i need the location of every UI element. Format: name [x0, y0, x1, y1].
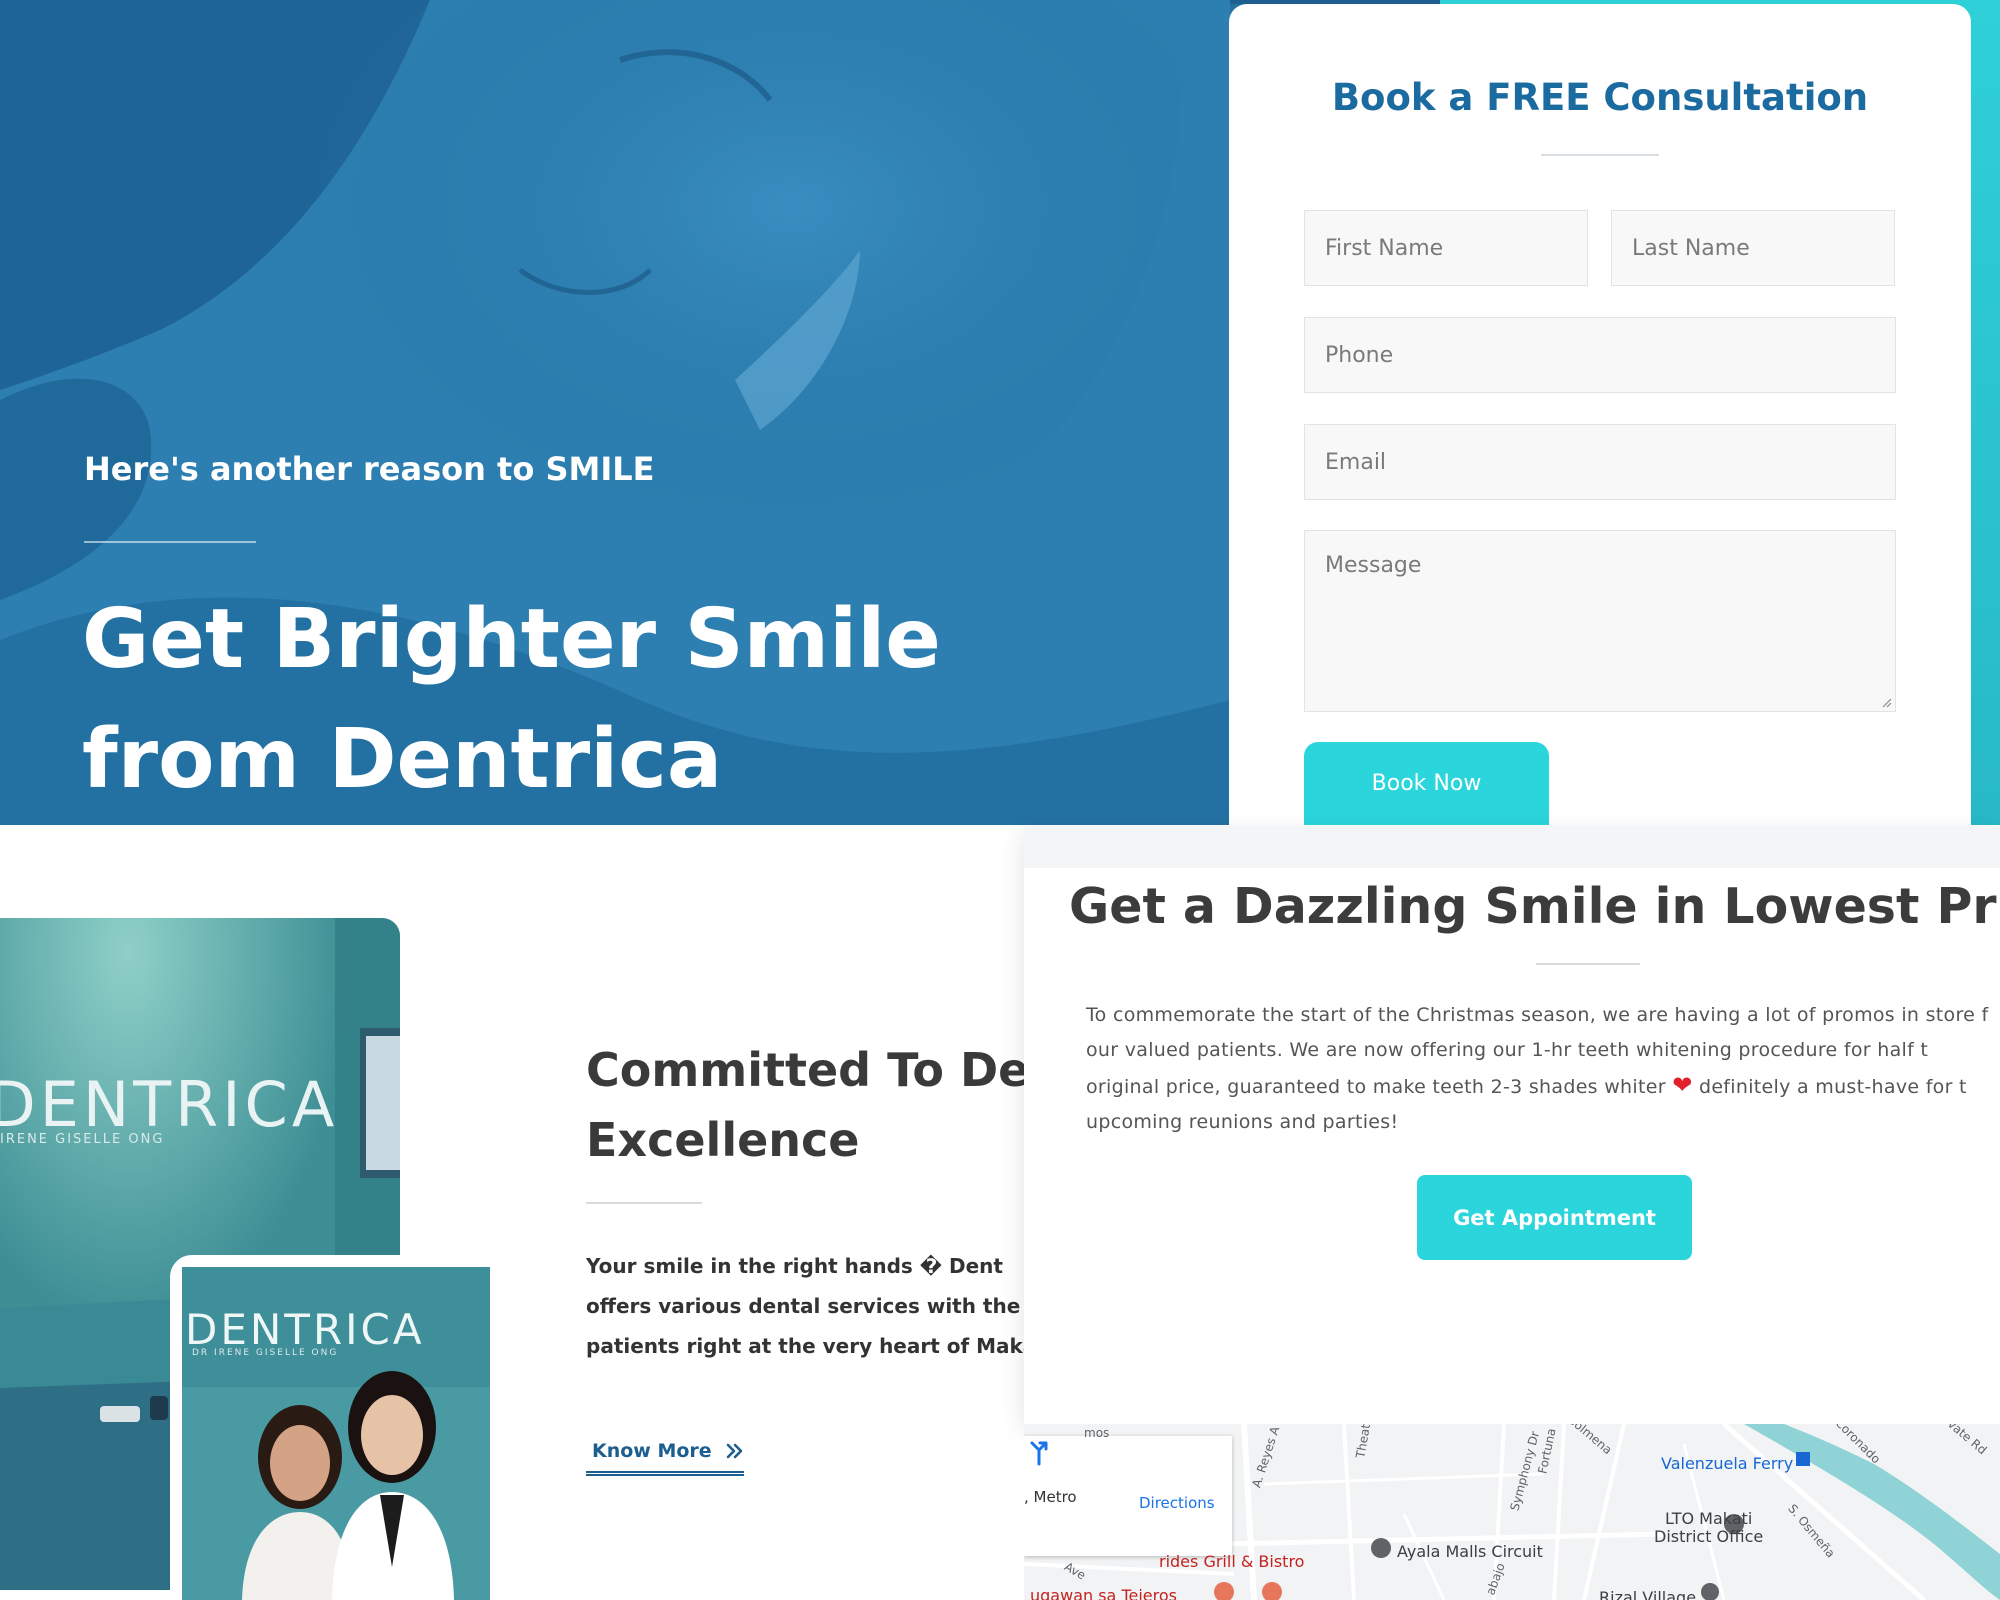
know-more-label: Know More: [592, 1439, 712, 1462]
promo-text-line3b: definitely a must-have for t: [1698, 1076, 1967, 1098]
hero-title-line2: from Dentrica: [82, 712, 723, 807]
promo-text-line4: upcoming reunions and parties!: [1086, 1111, 1399, 1133]
promo-text-line1: To commemorate the start of the Christma…: [1086, 1004, 1989, 1026]
about-title-line2: Excellence: [586, 1113, 860, 1167]
hero-section: Here's another reason to SMILE Get Brigh…: [0, 0, 2000, 825]
directions-link[interactable]: Directions: [1139, 1494, 1215, 1512]
promo-title: Get a Dazzling Smile in Lowest Pric: [1069, 878, 2000, 935]
message-field[interactable]: Message: [1304, 530, 1896, 712]
promo-divider: [1536, 963, 1640, 965]
inset-clinic-sign-subtitle: DR IRENE GISELLE ONG: [192, 1348, 339, 1358]
hero-divider: [84, 541, 256, 543]
map-place-rizal-village[interactable]: Rizal Village: [1599, 1588, 1696, 1600]
double-chevron-right-icon: [726, 1443, 742, 1458]
get-appointment-button[interactable]: Get Appointment: [1417, 1175, 1692, 1260]
first-name-placeholder: First Name: [1325, 235, 1444, 261]
last-name-placeholder: Last Name: [1632, 235, 1750, 261]
promo-top-band: [1024, 826, 2000, 868]
about-text-line3: patients right at the very heart of Maka…: [586, 1334, 1024, 1358]
message-placeholder: Message: [1325, 553, 1422, 578]
dentists-photo-frame: DENTRICA DR IRENE GISELLE ONG: [170, 1255, 490, 1600]
form-divider: [1541, 154, 1659, 156]
dentists-photo: DENTRICA DR IRENE GISELLE ONG: [182, 1267, 490, 1600]
map-place-lto-line1: LTO Makati: [1664, 1509, 1753, 1528]
map-place-tejeros[interactable]: ugawan sa Tejeros: [1030, 1586, 1177, 1600]
clinic-sign-logo: DENTRICA: [0, 1068, 339, 1141]
email-placeholder: Email: [1325, 449, 1387, 475]
map-place-card: , Metro Directions: [1024, 1436, 1232, 1556]
map-place-valenzuela-ferry[interactable]: Valenzuela Ferry: [1661, 1454, 1793, 1473]
promo-section: Get a Dazzling Smile in Lowest Pric To c…: [1024, 826, 2000, 1424]
hero-subtitle: Here's another reason to SMILE: [84, 450, 655, 488]
last-name-field[interactable]: Last Name: [1611, 210, 1895, 286]
book-now-button[interactable]: Book Now: [1304, 742, 1549, 825]
map-place-ayala-malls[interactable]: Ayala Malls Circuit: [1397, 1542, 1543, 1561]
map-street-mos: mos: [1084, 1426, 1110, 1440]
phone-field[interactable]: Phone: [1304, 317, 1896, 393]
about-divider: [586, 1202, 702, 1204]
promo-text-line3a: original price, guaranteed to make teeth…: [1086, 1076, 1666, 1098]
first-name-field[interactable]: First Name: [1304, 210, 1588, 286]
about-description: Your smile in the right hands � Dent off…: [586, 1246, 1024, 1376]
map-card-address: , Metro: [1024, 1488, 1077, 1506]
email-field[interactable]: Email: [1304, 424, 1896, 500]
about-text-line2: offers various dental services with the …: [586, 1294, 1024, 1318]
about-title-line1: Committed To De: [586, 1043, 1026, 1097]
map-place-lto-line2: District Office: [1654, 1527, 1764, 1546]
know-more-link[interactable]: Know More: [586, 1430, 744, 1476]
promo-text-line3: original price, guaranteed to make teeth…: [1086, 1068, 2000, 1105]
about-text-line1: Your smile in the right hands � Dent: [586, 1254, 1003, 1278]
map-place-lto[interactable]: LTO Makati District Office: [1654, 1510, 1763, 1546]
hero-title-line1: Get Brighter Smile: [82, 592, 941, 687]
about-title: Committed To De Excellence: [586, 1035, 1026, 1175]
directions-icon[interactable]: [1024, 1436, 1054, 1466]
resize-grip-icon[interactable]: [1880, 696, 1892, 708]
inset-clinic-sign-logo: DENTRICA: [185, 1305, 425, 1354]
consultation-form: Book a FREE Consultation First Name Last…: [1229, 4, 1971, 825]
promo-text-line2: our valued patients. We are now offering…: [1086, 1039, 1929, 1061]
promo-description: To commemorate the start of the Christma…: [1086, 998, 2000, 1140]
form-title: Book a FREE Consultation: [1331, 76, 1869, 119]
heart-icon: ❤: [1672, 1071, 1693, 1099]
clinic-sign-subtitle: IRENE GISELLE ONG: [0, 1132, 165, 1147]
phone-placeholder: Phone: [1325, 342, 1394, 368]
location-map[interactable]: , Metro Directions Valenzuela Ferry Ayal…: [1024, 1424, 2000, 1600]
map-place-grill-bistro[interactable]: rides Grill & Bistro: [1159, 1552, 1304, 1571]
hero-title: Get Brighter Smile from Dentrica: [82, 580, 1182, 820]
